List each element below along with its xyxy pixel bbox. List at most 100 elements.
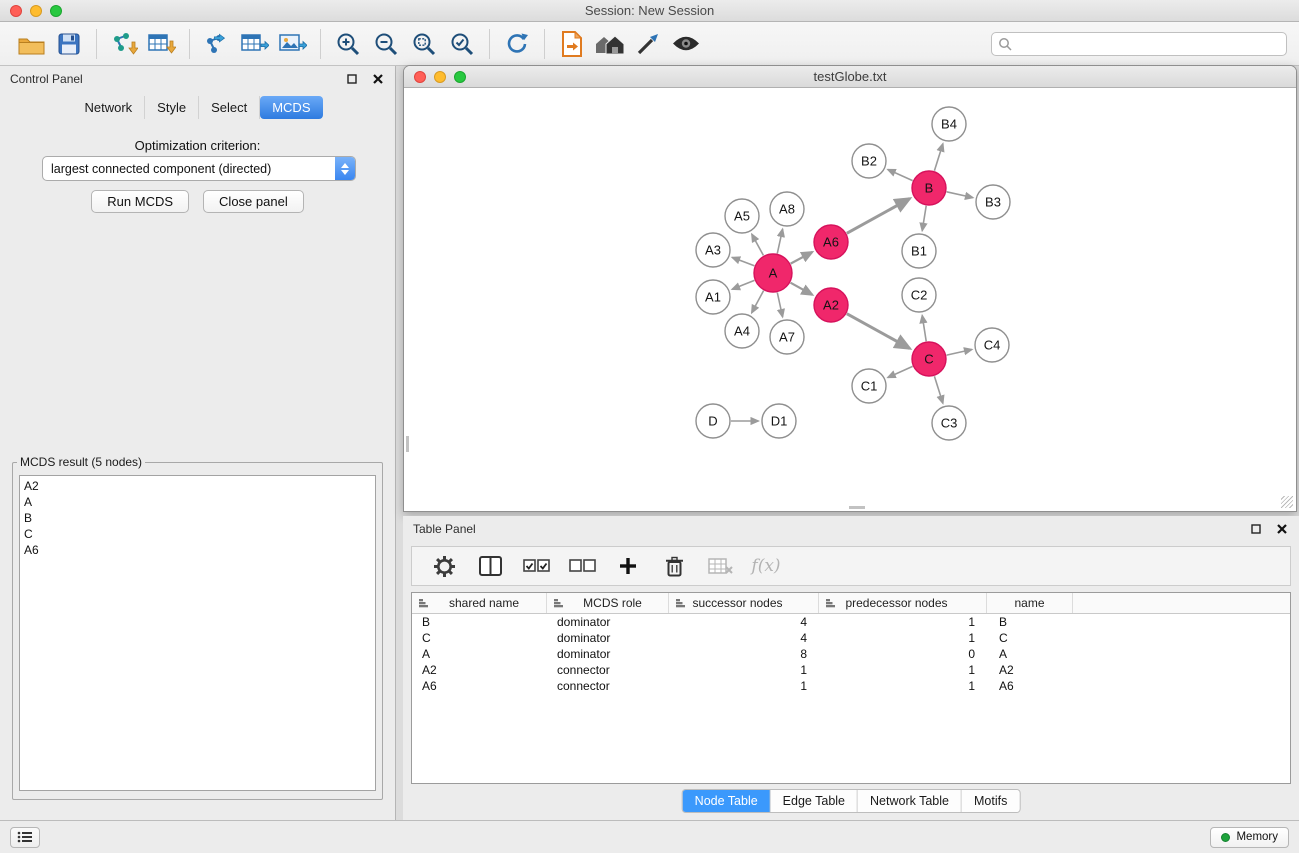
add-column-button[interactable] xyxy=(610,550,646,582)
select-all-rows-button[interactable] xyxy=(518,550,554,582)
optimization-criterion-select[interactable]: largest connected component (directed) xyxy=(42,156,356,181)
graph-edge-B-B4[interactable] xyxy=(934,144,943,171)
column-header-name[interactable]: name xyxy=(987,593,1073,613)
tab-edge-table[interactable]: Edge Table xyxy=(771,790,858,812)
graph-node-C1[interactable]: C1 xyxy=(852,369,886,403)
graph-node-A4[interactable]: A4 xyxy=(725,314,759,348)
graph-edge-A-A6[interactable] xyxy=(791,252,813,264)
column-header-predecessor-nodes[interactable]: predecessor nodes xyxy=(819,593,987,613)
task-history-button[interactable] xyxy=(10,827,40,848)
deselect-all-rows-button[interactable] xyxy=(564,550,600,582)
graph-node-A1[interactable]: A1 xyxy=(696,280,730,314)
home-button[interactable] xyxy=(591,26,629,62)
tab-node-table[interactable]: Node Table xyxy=(683,790,771,812)
graph-node-A7[interactable]: A7 xyxy=(770,320,804,354)
zoom-fit-button[interactable] xyxy=(405,26,443,62)
import-network-button[interactable] xyxy=(105,26,143,62)
graph-node-D1[interactable]: D1 xyxy=(762,404,796,438)
network-canvas[interactable]: AA1A3A5A8A4A7A6A2BB1B2B3B4CC1C2C3C4DD1 xyxy=(406,90,1294,509)
minimize-window-button[interactable] xyxy=(30,5,42,17)
mcds-result-item[interactable]: B xyxy=(24,510,375,526)
mcds-result-item[interactable]: A6 xyxy=(24,542,375,558)
graph-node-B1[interactable]: B1 xyxy=(902,234,936,268)
tab-style[interactable]: Style xyxy=(145,96,199,119)
graph-node-B[interactable]: B xyxy=(912,171,946,205)
float-panel-button[interactable] xyxy=(345,72,359,86)
minimize-network-window-button[interactable] xyxy=(434,71,446,83)
graph-edge-B-B3[interactable] xyxy=(947,192,973,198)
import-table-button[interactable] xyxy=(143,26,181,62)
delete-table-button[interactable] xyxy=(702,550,738,582)
graph-node-B3[interactable]: B3 xyxy=(976,185,1010,219)
graph-edge-C-C3[interactable] xyxy=(934,376,943,403)
tab-mcds[interactable]: MCDS xyxy=(260,96,322,119)
column-header-successor-nodes[interactable]: successor nodes xyxy=(669,593,819,613)
tab-network-table[interactable]: Network Table xyxy=(858,790,962,812)
vertical-scroll-indicator[interactable] xyxy=(406,436,409,452)
close-panel-button[interactable] xyxy=(371,72,385,86)
graph-edge-B-B2[interactable] xyxy=(888,170,913,181)
zoom-out-button[interactable] xyxy=(367,26,405,62)
graph-edge-A-A1[interactable] xyxy=(732,280,754,289)
graph-node-A2[interactable]: A2 xyxy=(814,288,848,322)
graph-node-A[interactable]: A xyxy=(754,254,792,292)
graph-node-A3[interactable]: A3 xyxy=(696,233,730,267)
zoom-window-button[interactable] xyxy=(50,5,62,17)
zoom-in-button[interactable] xyxy=(329,26,367,62)
graph-node-A8[interactable]: A8 xyxy=(770,192,804,226)
open-session-button[interactable] xyxy=(12,26,50,62)
table-row[interactable]: Cdominator41C xyxy=(412,630,1290,646)
graph-edge-C-C4[interactable] xyxy=(947,350,972,356)
column-header-mcds-role[interactable]: MCDS role xyxy=(547,593,669,613)
column-header-shared-name[interactable]: shared name xyxy=(412,593,547,613)
save-session-button[interactable] xyxy=(50,26,88,62)
mcds-result-item[interactable]: A2 xyxy=(24,478,375,494)
horizontal-scroll-indicator[interactable] xyxy=(849,506,865,509)
graph-edge-A-A4[interactable] xyxy=(752,291,764,313)
close-network-window-button[interactable] xyxy=(414,71,426,83)
graph-edge-A-A8[interactable] xyxy=(777,229,782,253)
tab-select[interactable]: Select xyxy=(199,96,260,119)
table-settings-button[interactable] xyxy=(426,550,462,582)
zoom-selected-button[interactable] xyxy=(443,26,481,62)
resize-handle[interactable] xyxy=(1281,496,1293,508)
tab-motifs[interactable]: Motifs xyxy=(962,790,1019,812)
search-field[interactable] xyxy=(991,32,1287,56)
function-builder-button[interactable]: f(x) xyxy=(748,550,784,582)
export-table-button[interactable] xyxy=(236,26,274,62)
graph-edge-A-A5[interactable] xyxy=(752,234,764,255)
refresh-button[interactable] xyxy=(498,26,536,62)
close-window-button[interactable] xyxy=(10,5,22,17)
graph-node-C3[interactable]: C3 xyxy=(932,406,966,440)
table-row[interactable]: Adominator80A xyxy=(412,646,1290,662)
birdseye-button[interactable] xyxy=(667,26,705,62)
graph-node-C[interactable]: C xyxy=(912,342,946,376)
mcds-result-list[interactable]: A2ABCA6 xyxy=(19,475,376,791)
graph-node-A5[interactable]: A5 xyxy=(725,199,759,233)
new-document-button[interactable] xyxy=(553,26,591,62)
memory-status-button[interactable]: Memory xyxy=(1210,827,1289,848)
graph-node-C2[interactable]: C2 xyxy=(902,278,936,312)
graph-edge-A-A2[interactable] xyxy=(791,283,813,295)
graph-edge-B-B1[interactable] xyxy=(922,206,926,231)
show-columns-button[interactable] xyxy=(472,550,508,582)
graph-node-C4[interactable]: C4 xyxy=(975,328,1009,362)
float-table-panel-button[interactable] xyxy=(1249,522,1263,536)
delete-column-button[interactable] xyxy=(656,550,692,582)
close-table-panel-button[interactable] xyxy=(1275,522,1289,536)
graph-node-A6[interactable]: A6 xyxy=(814,225,848,259)
table-row[interactable]: Bdominator41B xyxy=(412,614,1290,630)
export-image-button[interactable] xyxy=(274,26,312,62)
table-row[interactable]: A2connector11A2 xyxy=(412,662,1290,678)
export-network-button[interactable] xyxy=(198,26,236,62)
graph-edge-C-C2[interactable] xyxy=(922,315,926,341)
graph-node-B2[interactable]: B2 xyxy=(852,144,886,178)
run-mcds-button[interactable]: Run MCDS xyxy=(91,190,189,213)
table-row[interactable]: A6connector11A6 xyxy=(412,678,1290,694)
graph-node-D[interactable]: D xyxy=(696,404,730,438)
close-panel-action-button[interactable]: Close panel xyxy=(203,190,304,213)
network-window-titlebar[interactable]: testGlobe.txt xyxy=(404,66,1296,88)
graph-edge-A2-C[interactable] xyxy=(847,314,910,349)
zoom-network-window-button[interactable] xyxy=(454,71,466,83)
search-input[interactable] xyxy=(1012,37,1280,51)
